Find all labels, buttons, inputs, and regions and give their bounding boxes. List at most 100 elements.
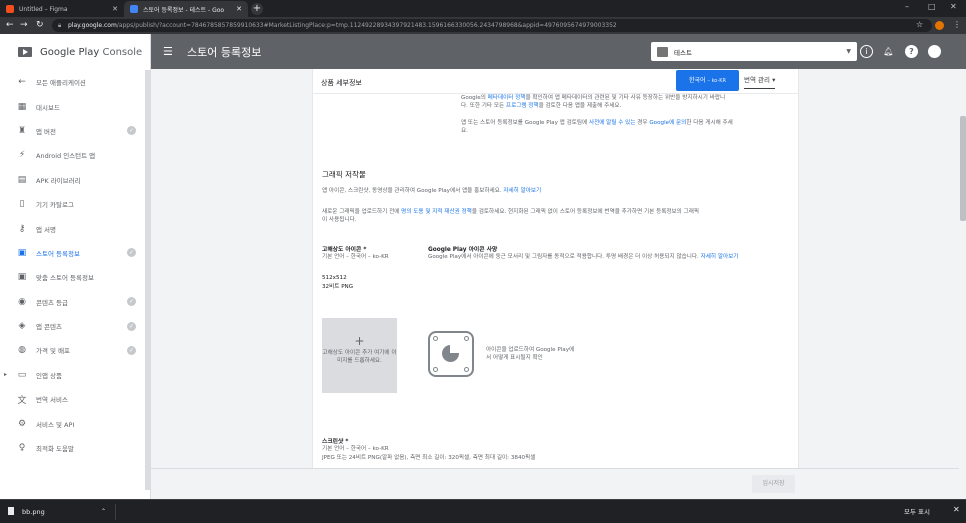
review-notice-text: 앱 또는 스토어 등록정보를 Google Play 앱 검토팀에 사전에 알릴… [461,120,733,135]
hires-icon-language: 기본 언어 – 한국어 – ko-KR [322,254,389,260]
dropzone-text: 고해상도 아이콘 추가 여기에 이미지를 드롭하세요. [322,350,397,364]
lock-icon: 🔒︎ [58,22,62,29]
account-avatar[interactable] [928,45,941,58]
address-bar[interactable]: 🔒︎ play.google.com/apps/publish/?account… [52,19,932,32]
learn-more-link[interactable]: 자세히 알아보기 [503,188,541,194]
sidebar-item[interactable]: ◍ 가격 및 배포 ✓ [0,338,150,362]
brand-name: Google Play Console [40,46,143,58]
browser-tab-figma[interactable]: Untitled – Figma ✕ [0,1,124,17]
icon-spec-description: Google Play에서 아이콘에 둥근 모서리 및 그림자를 동적으로 적용… [428,254,739,260]
show-all-downloads-button[interactable]: 모두 표시 [904,506,930,516]
metadata-policy-link[interactable]: 메타데이터 정책 [488,95,526,101]
download-item[interactable]: bb.png ⌃ [8,504,116,520]
back-icon[interactable]: ← [6,20,14,31]
graphics-section-title: 그래픽 저작물 [322,170,366,179]
profile-avatar[interactable] [935,21,944,30]
download-bar: bb.png ⌃ 모두 표시 ✕ [0,499,966,523]
lightbulb-icon: ♀ [18,443,26,454]
sidebar-item[interactable]: ▯ 기기 카탈로그 [0,192,150,216]
contact-google-link[interactable]: Google에 문의 [649,120,686,126]
menu-icon[interactable]: ☰ [163,45,173,58]
main-scrollbar-thumb[interactable] [960,116,966,221]
corner-dot [464,367,469,372]
sidebar-item[interactable]: ▣ 맞춤 스토어 등록정보 [0,265,150,289]
forward-icon[interactable]: → [20,20,28,31]
instant-app-icon: ⚡ [18,150,26,161]
new-tab-button[interactable]: + [251,3,263,15]
play-console-logo-icon [18,47,32,57]
rocket-icon: ♜ [17,125,27,136]
sidebar-item[interactable]: ← 모든 애플리케이션 [0,70,150,94]
corner-dot [433,367,438,372]
browser-menu-icon[interactable]: ⋮ [953,20,961,29]
upload-policy-note: 새로운 그래픽을 업로드하기 전에 명의 도용 및 지적 재산권 정책을 검토하… [322,209,700,224]
sidebar-item-label: 최적화 도움말 [36,445,74,454]
expand-caret-icon[interactable]: ▸ [4,371,7,378]
close-window-icon[interactable]: ✕ [950,2,957,11]
maximize-icon[interactable]: □ [928,2,936,11]
corner-dot [433,336,438,341]
screenshots-format: JPEG 또는 24비트 PNG(알파 없음), 측면 최소 길이: 320픽셀… [322,455,536,461]
advance-notice-link[interactable]: 사전에 알릴 수 있는 [589,120,636,126]
sidebar-nav: ← 모든 애플리케이션 ▦ 대시보드 ♜ 앱 버전 ✓ ⚡ Android 인스턴트 앱 ▤ APK… [0,70,150,460]
sidebar-item-label: 기기 카탈로그 [36,201,74,210]
rating-icon: ◉ [18,296,26,307]
sidebar-item[interactable]: 文 번역 서비스 [0,387,150,411]
translate-icon: 文 [17,395,27,406]
hires-icon-dropzone[interactable]: + 고해상도 아이콘 추가 여기에 이미지를 드롭하세요. [322,318,397,393]
complete-check-icon: ✓ [127,297,136,307]
icon-spec-title: Google Play 아이콘 사양 [428,247,498,253]
complete-check-icon: ✓ [127,248,136,258]
pie-chart-icon [442,345,459,362]
app-selector[interactable]: 테스트 ▼ [651,42,857,61]
sidebar-item[interactable]: ◈ 앱 콘텐츠 ✓ [0,314,150,338]
chevron-down-icon: ▼ [846,48,851,55]
sidebar-item[interactable]: ▦ 대시보드 [0,94,150,118]
sidebar-item[interactable]: ♀ 최적화 도움말 [0,436,150,460]
sidebar-item[interactable]: ♜ 앱 버전 ✓ [0,119,150,143]
sidebar-item[interactable]: ⚙ 서비스 및 API [0,411,150,435]
sidebar-item[interactable]: ▤ APK 라이브러리 [0,168,150,192]
play-console-brand[interactable]: Google Play Console [18,42,142,62]
chevron-up-icon[interactable]: ⌃ [101,504,106,520]
info-icon[interactable]: i [860,45,873,58]
custom-store-icon: ▣ [17,272,27,283]
sidebar-item[interactable]: ⚷ 앱 서명 [0,216,150,240]
sidebar-item[interactable]: ▣ 스토어 등록정보 ✓ [0,241,150,265]
save-draft-button[interactable]: 임시저장 [752,475,795,493]
icon-preview-placeholder [428,331,474,377]
sidebar-item-label: 스토어 등록정보 [36,249,80,258]
help-icon[interactable]: ? [905,45,918,58]
url-host: play.google.com [68,22,117,29]
minimize-icon[interactable]: – [905,2,909,11]
sidebar-scrollbar[interactable] [145,70,150,490]
sidebar-item[interactable]: ▸ ▭ 인앱 상품 [0,363,150,387]
url-path: /apps/publish/?account=78467858578599106… [116,22,617,29]
key-icon: ⚷ [18,223,26,234]
impersonation-policy-link[interactable]: 명의 도용 및 지적 재산권 정책 [401,209,472,215]
spec-learn-more-link[interactable]: 자세히 알아보기 [701,254,739,260]
browser-tab-play-console[interactable]: 스토어 등록정보 - 테스트 - Goo ✕ [124,1,248,17]
policy-text: Google의 메타데이터 정책을 확인하여 앱 메타데이터의 관련된 및 기타… [461,95,726,110]
graphics-description: 앱 아이콘, 스크린샷, 동영상을 관리하여 Google Play에서 앱을 … [322,188,542,194]
sidebar-item[interactable]: ⚡ Android 인스턴트 앱 [0,143,150,167]
bookmark-star-icon[interactable]: ☆ [916,20,923,29]
close-icon[interactable]: ✕ [953,505,960,514]
save-bar: 임시저장 [151,468,959,499]
sidebar-item-label: APK 라이브러리 [36,176,81,185]
sidebar-item[interactable]: ◉ 콘텐츠 등급 ✓ [0,290,150,314]
language-button[interactable]: 한국어 – ko-KR [676,70,739,91]
screenshots-label: 스크린샷 * [322,439,349,445]
sidebar: Google Play Console ← 모든 애플리케이션 ▦ 대시보드 ♜ 앱 버전… [0,34,151,499]
notifications-bell-icon[interactable]: 🔔︎ [882,45,895,58]
program-policies-link[interactable]: 프로그램 정책 [506,103,539,109]
close-icon[interactable]: ✕ [236,5,242,13]
manage-translations-button[interactable]: 번역 관리 ▾ [744,71,776,89]
globe-icon: ◍ [18,345,26,356]
reload-icon[interactable]: ↻ [36,20,44,31]
close-icon[interactable]: ✕ [112,5,118,13]
icon-preview-text: 아이콘을 업로드하여 Google Play에서 어떻게 표시될지 확인 [486,347,575,361]
credit-card-icon: ▭ [17,369,27,380]
sidebar-item-label: 앱 서명 [36,225,57,234]
device-icon: ▯ [19,199,25,210]
